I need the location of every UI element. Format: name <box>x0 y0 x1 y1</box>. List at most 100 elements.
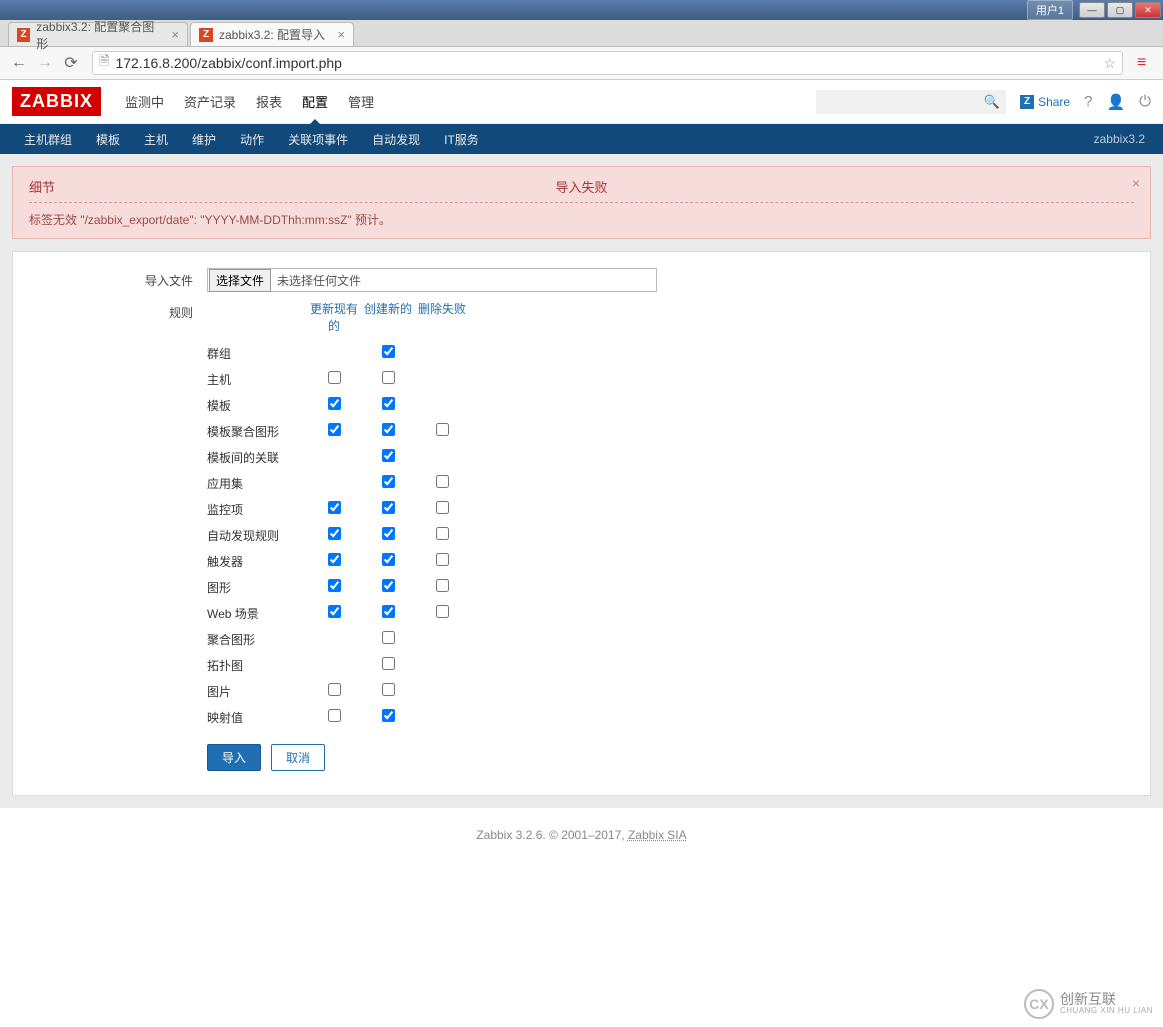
footer-link[interactable]: Zabbix SIA <box>628 828 687 842</box>
window-minimize-button[interactable]: — <box>1079 2 1105 18</box>
rule-create-checkbox[interactable] <box>382 579 395 592</box>
choose-file-button[interactable]: 选择文件 <box>209 269 271 292</box>
rule-row-3: 模板聚合图形 <box>207 418 1126 444</box>
rule-update-checkbox[interactable] <box>328 579 341 592</box>
rule-delete-checkbox[interactable] <box>436 553 449 566</box>
file-input[interactable]: 选择文件 未选择任何文件 <box>207 268 657 292</box>
sub-nav-item-6[interactable]: 自动发现 <box>360 131 432 148</box>
top-nav-item-0[interactable]: 监测中 <box>115 95 174 110</box>
rule-create-checkbox[interactable] <box>382 475 395 488</box>
tab-close-icon[interactable]: × <box>171 27 179 42</box>
rule-row-11: 聚合图形 <box>207 626 1126 652</box>
rule-create-checkbox[interactable] <box>382 501 395 514</box>
rules-header-1: 创建新的 <box>361 300 415 334</box>
close-error-icon[interactable]: × <box>1132 175 1140 191</box>
tab-title: zabbix3.2: 配置导入 <box>219 26 325 43</box>
browser-tab-1[interactable]: Zzabbix3.2: 配置导入 × <box>190 22 354 46</box>
forward-button[interactable]: → <box>34 52 56 74</box>
rule-name: 群组 <box>207 345 307 362</box>
window-maximize-button[interactable]: ▢ <box>1107 2 1133 18</box>
rule-create-checkbox[interactable] <box>382 631 395 644</box>
app-header: ZABBIX 监测中资产记录报表配置管理 🔍 Z Share ? 👤 ⏻ <box>0 80 1163 124</box>
help-icon[interactable]: ? <box>1084 93 1092 110</box>
top-nav-item-1[interactable]: 资产记录 <box>174 95 246 110</box>
rule-create-checkbox[interactable] <box>382 371 395 384</box>
brand-logo[interactable]: ZABBIX <box>12 87 101 116</box>
rule-create-checkbox[interactable] <box>382 527 395 540</box>
rule-create-checkbox[interactable] <box>382 657 395 670</box>
rule-delete-checkbox[interactable] <box>436 579 449 592</box>
back-button[interactable]: ← <box>8 52 30 74</box>
url-input[interactable] <box>115 55 1099 71</box>
rule-create-checkbox[interactable] <box>382 683 395 696</box>
rule-update-checkbox[interactable] <box>328 423 341 436</box>
rule-update-checkbox[interactable] <box>328 371 341 384</box>
file-label: 导入文件 <box>37 268 207 292</box>
rule-update-checkbox[interactable] <box>328 527 341 540</box>
search-wrap: 🔍 <box>816 90 1006 114</box>
sub-nav-item-5[interactable]: 关联项事件 <box>276 131 360 148</box>
rule-name: 拓扑图 <box>207 657 307 674</box>
top-nav-item-2[interactable]: 报表 <box>246 95 292 110</box>
rule-create-checkbox[interactable] <box>382 423 395 436</box>
sub-nav-item-7[interactable]: IT服务 <box>432 131 491 148</box>
rule-row-6: 监控项 <box>207 496 1126 522</box>
cancel-button[interactable]: 取消 <box>271 744 325 771</box>
sub-nav: 主机群组模板主机维护动作关联项事件自动发现IT服务zabbix3.2 <box>0 124 1163 154</box>
rule-name: 触发器 <box>207 553 307 570</box>
rule-update-checkbox[interactable] <box>328 553 341 566</box>
rule-update-checkbox[interactable] <box>328 605 341 618</box>
rule-row-7: 自动发现规则 <box>207 522 1126 548</box>
rule-row-2: 模板 <box>207 392 1126 418</box>
rule-update-checkbox[interactable] <box>328 709 341 722</box>
rule-create-checkbox[interactable] <box>382 449 395 462</box>
rule-delete-checkbox[interactable] <box>436 605 449 618</box>
rule-update-checkbox[interactable] <box>328 501 341 514</box>
sub-nav-item-4[interactable]: 动作 <box>228 131 276 148</box>
rule-row-9: 图形 <box>207 574 1126 600</box>
sub-nav-item-1[interactable]: 模板 <box>84 131 132 148</box>
tab-title: zabbix3.2: 配置聚合图形 <box>36 18 159 52</box>
address-bar[interactable]: 🗎 ☆ <box>92 51 1123 75</box>
user-icon[interactable]: 👤 <box>1106 93 1125 111</box>
rules-header-0: 更新现有的 <box>307 300 361 334</box>
tab-favicon: Z <box>199 28 213 42</box>
rules-table: 更新现有的创建新的删除失败 群组主机模板模板聚合图形模板间的关联应用集监控项自动… <box>207 300 1126 771</box>
browser-tab-0[interactable]: Zzabbix3.2: 配置聚合图形× <box>8 22 188 46</box>
rule-delete-checkbox[interactable] <box>436 423 449 436</box>
bookmark-icon[interactable]: ☆ <box>1103 55 1116 72</box>
rule-create-checkbox[interactable] <box>382 605 395 618</box>
rule-name: Web 场景 <box>207 605 307 622</box>
rule-create-checkbox[interactable] <box>382 397 395 410</box>
search-icon[interactable]: 🔍 <box>984 94 1000 110</box>
search-input[interactable] <box>816 90 1006 114</box>
tab-close-icon[interactable]: × <box>337 27 345 42</box>
rule-delete-checkbox[interactable] <box>436 527 449 540</box>
watermark-icon: CX <box>1024 989 1054 1019</box>
rule-name: 图片 <box>207 683 307 700</box>
rule-delete-checkbox[interactable] <box>436 475 449 488</box>
rule-name: 模板间的关联 <box>207 449 307 466</box>
rule-update-checkbox[interactable] <box>328 683 341 696</box>
sub-nav-item-2[interactable]: 主机 <box>132 131 180 148</box>
rule-create-checkbox[interactable] <box>382 709 395 722</box>
page-content: × 细节 导入失败 标签无效 "/zabbix_export/date": "Y… <box>0 154 1163 808</box>
reload-button[interactable]: ⟳ <box>60 52 82 74</box>
rule-create-checkbox[interactable] <box>382 553 395 566</box>
import-button[interactable]: 导入 <box>207 744 261 771</box>
sub-nav-item-3[interactable]: 维护 <box>180 131 228 148</box>
top-nav: 监测中资产记录报表配置管理 <box>115 92 384 111</box>
browser-toolbar: ← → ⟳ 🗎 ☆ ≡ <box>0 47 1163 80</box>
footer: Zabbix 3.2.6. © 2001–2017, Zabbix SIA <box>0 808 1163 862</box>
sub-nav-item-0[interactable]: 主机群组 <box>12 131 84 148</box>
share-link[interactable]: Z Share <box>1020 95 1070 109</box>
rule-name: 模板 <box>207 397 307 414</box>
rule-update-checkbox[interactable] <box>328 397 341 410</box>
rule-create-checkbox[interactable] <box>382 345 395 358</box>
top-nav-item-3[interactable]: 配置 <box>292 95 338 110</box>
window-close-button[interactable]: ✕ <box>1135 2 1161 18</box>
browser-menu-icon[interactable]: ≡ <box>1137 54 1155 72</box>
top-nav-item-4[interactable]: 管理 <box>338 95 384 110</box>
rule-delete-checkbox[interactable] <box>436 501 449 514</box>
power-icon[interactable]: ⏻ <box>1139 93 1151 110</box>
